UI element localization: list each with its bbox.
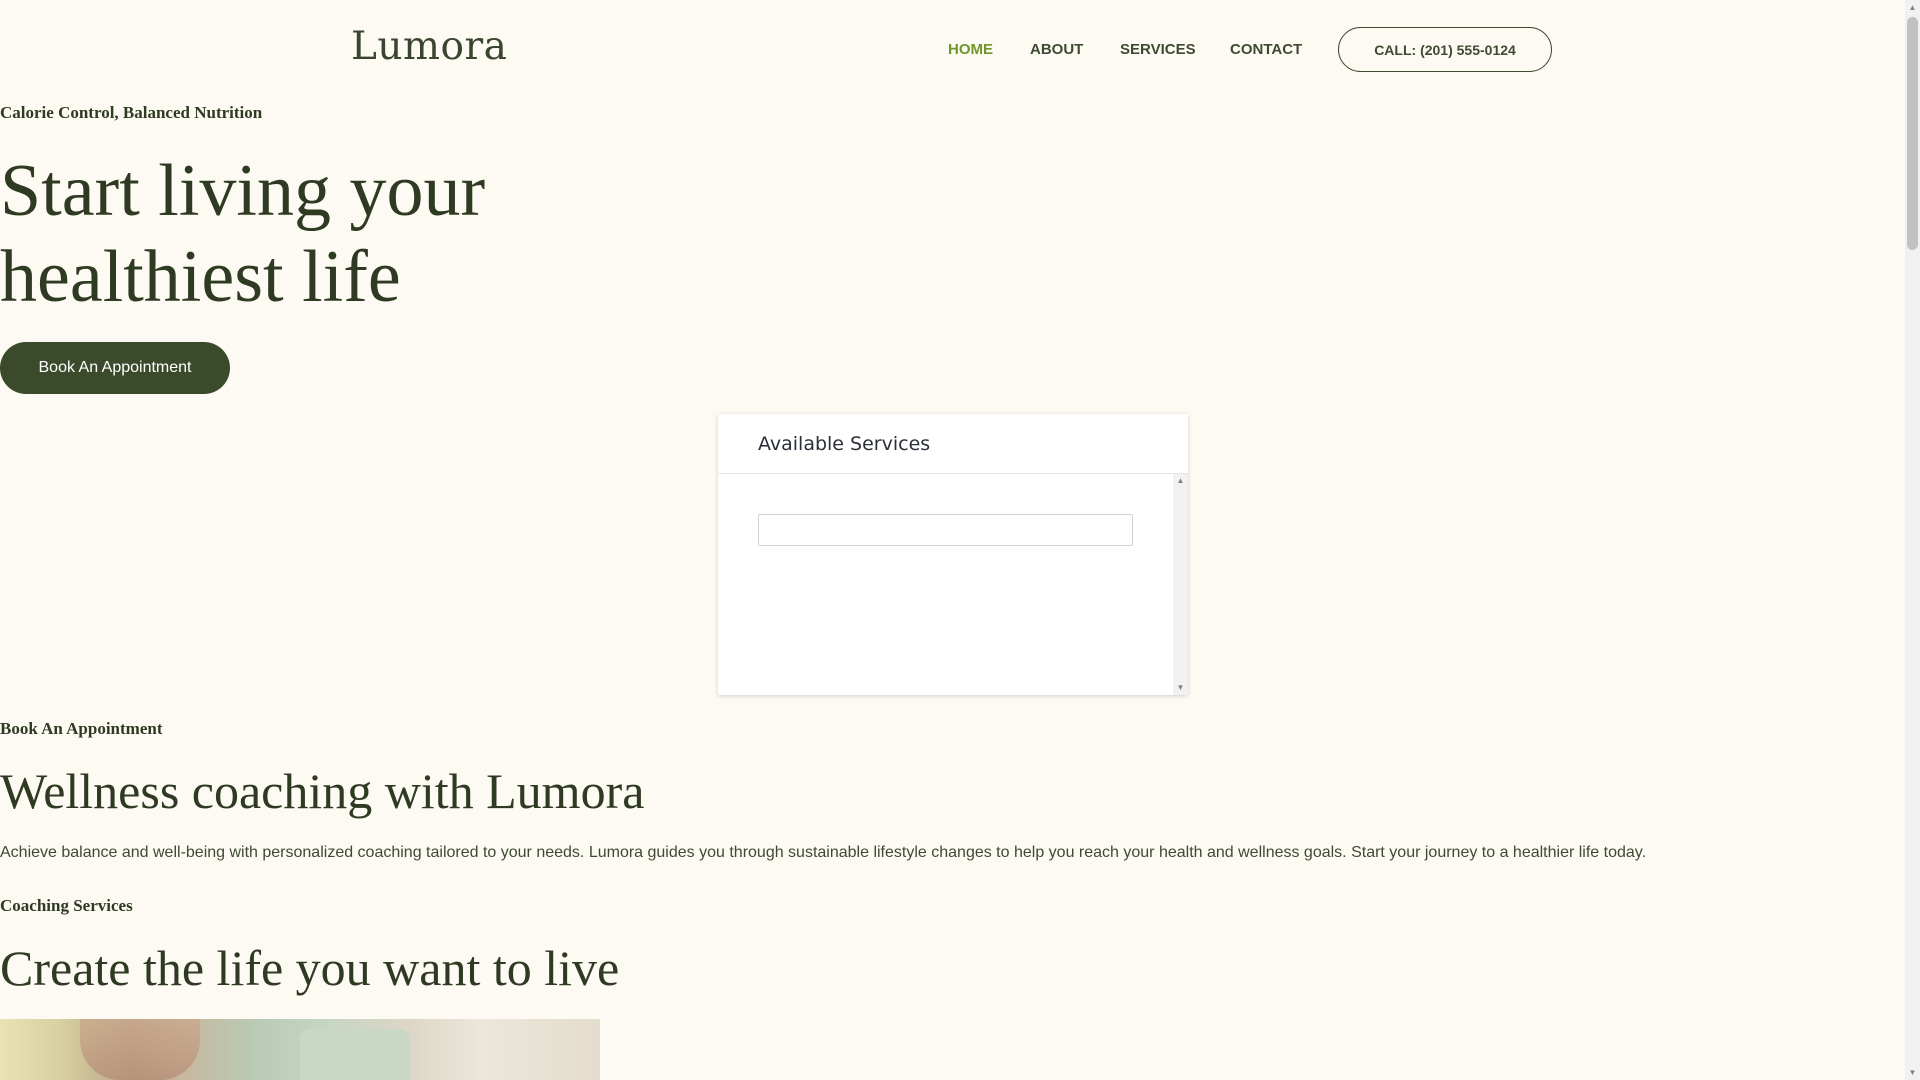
page-scroll-up-icon[interactable]: ▲ [1905,0,1920,15]
scroll-up-arrow-icon[interactable]: ▲ [1173,474,1188,488]
nav-services-link[interactable]: SERVICES [1120,41,1196,59]
services-title: Create the life you want to live [0,940,620,996]
scroll-down-arrow-icon[interactable]: ▼ [1173,681,1188,695]
page: Lumora HOME ABOUT SERVICES CONTACT CALL:… [0,0,1905,1080]
widget-body: ▲ ▼ [718,474,1188,695]
page-scroll-thumb[interactable] [1907,17,1918,250]
photo-shirt [300,1029,410,1080]
brand-logo[interactable]: Lumora [351,24,507,69]
about-eyebrow: Book An Appointment [0,719,163,738]
nav-about-link[interactable]: ABOUT [1030,41,1083,59]
nav-contact-link[interactable]: CONTACT [1230,41,1302,59]
about-title: Wellness coaching with Lumora [0,763,645,819]
photo-arm [80,1019,200,1080]
widget-title: Available Services [718,414,1188,474]
call-phone-button[interactable]: CALL: (201) 555-0124 [1338,27,1552,72]
hero-title-line-1: Start living your [0,150,486,232]
hero-title: Start living your healthiest life [0,148,485,320]
book-appointment-button[interactable]: Book An Appointment [0,342,230,394]
nav-home-link[interactable]: HOME [948,41,993,59]
available-services-widget: Available Services ▲ ▼ [718,414,1188,695]
coaching-photo [0,1019,600,1080]
hero-title-line-2: healthiest life [0,236,401,318]
about-body: Achieve balance and well-being with pers… [0,844,1647,861]
services-eyebrow: Coaching Services [0,896,133,915]
widget-scrollbar[interactable]: ▲ ▼ [1173,474,1188,695]
page-scrollbar[interactable]: ▲ ▼ [1905,0,1920,1080]
service-search-input[interactable] [758,514,1133,546]
page-scroll-down-icon[interactable]: ▼ [1905,1065,1920,1080]
hero-eyebrow: Calorie Control, Balanced Nutrition [0,103,263,122]
